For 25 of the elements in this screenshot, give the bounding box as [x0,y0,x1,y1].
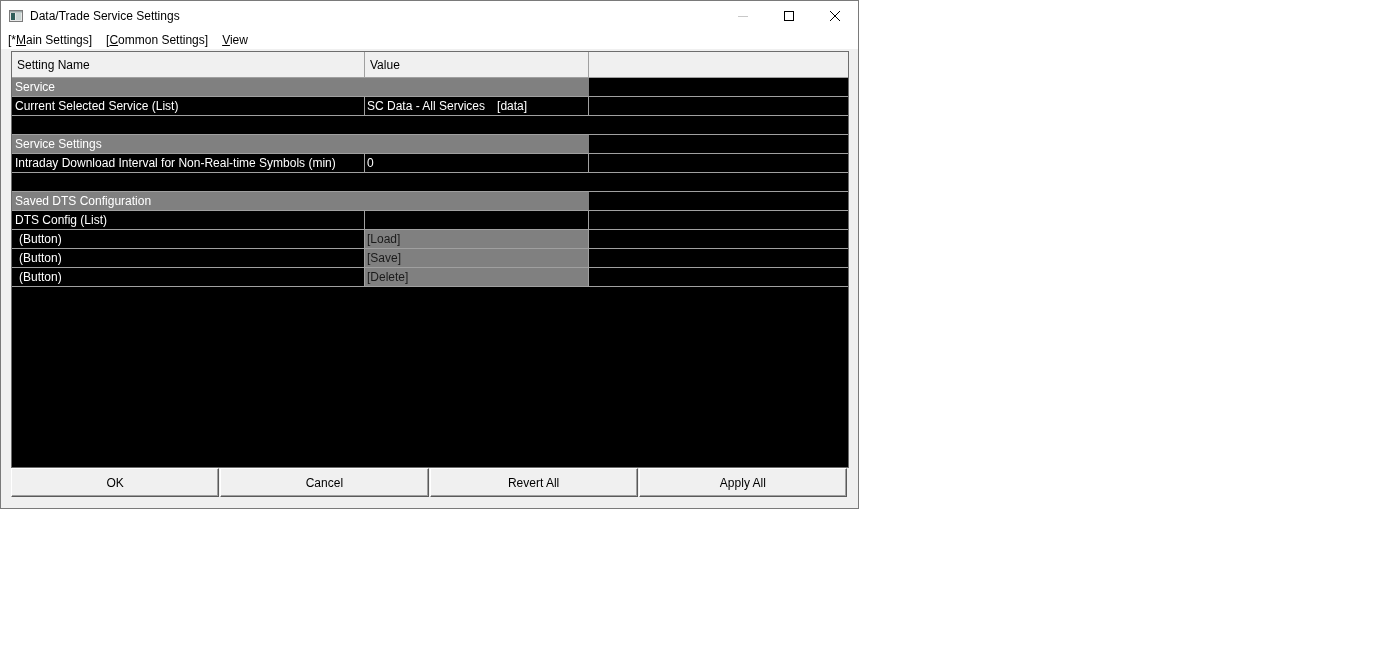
action-button[interactable]: [Save] [365,249,589,267]
setting-name: Intraday Download Interval for Non-Real-time Symbols (min) [12,154,365,172]
maximize-icon[interactable] [784,11,794,21]
close-icon[interactable] [830,11,840,21]
window-title: Data/Trade Service Settings [30,9,181,23]
setting-value[interactable]: 0 [365,154,589,172]
dialog-button[interactable]: Cancel [220,468,429,497]
menu-item[interactable]: View [222,33,248,47]
app-window-icon [9,9,23,23]
menu-item[interactable]: [*Main Settings] [8,33,93,47]
dialog-button[interactable]: Apply All [638,468,847,497]
value-tag: [data] [497,99,528,113]
column-header[interactable]: Setting Name [12,52,365,77]
dialog-button[interactable]: OK [11,468,220,497]
action-button[interactable]: [Delete] [365,268,589,286]
action-button[interactable]: [Load] [365,230,589,248]
setting-value[interactable]: SC Data - All Services [367,99,486,113]
dialog-button[interactable]: Revert All [429,468,638,497]
menu-item[interactable]: [Common Settings] [106,33,209,47]
section-header: Service Settings [12,135,589,153]
column-header[interactable]: Value [365,52,589,77]
section-header: Saved DTS Configuration [12,192,589,210]
setting-name: DTS Config (List) [12,211,365,229]
setting-name: Current Selected Service (List) [12,97,365,115]
section-header: Service [12,78,589,96]
